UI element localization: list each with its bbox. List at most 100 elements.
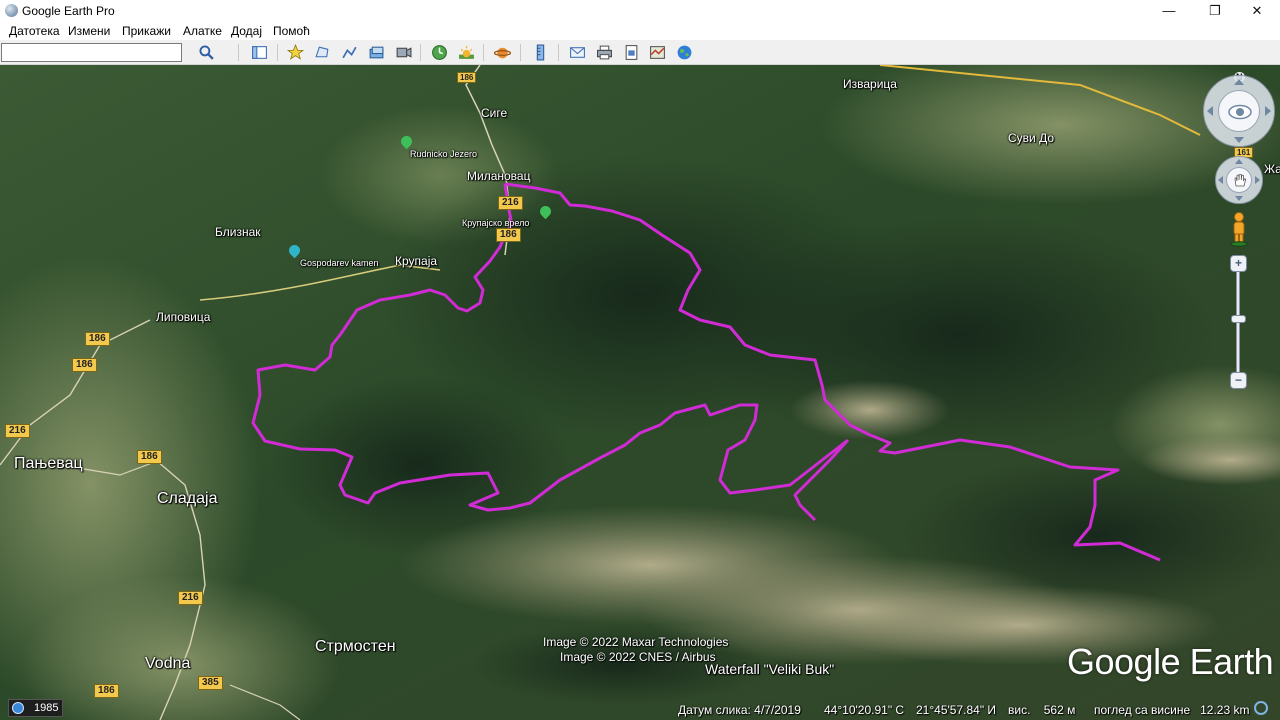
earth-map-view[interactable]: Изварица Суви До Жа Сиге Rudnicko Jezero… bbox=[0, 65, 1280, 720]
satellite-imagery bbox=[0, 65, 1280, 720]
zoom-in-button[interactable]: + bbox=[1230, 255, 1247, 272]
toolbar-separator bbox=[277, 44, 278, 61]
print-icon bbox=[596, 45, 612, 60]
tour-icon bbox=[396, 47, 411, 58]
print-button[interactable] bbox=[593, 42, 615, 63]
place-label[interactable]: Стрмостен bbox=[315, 638, 396, 656]
road-shield: 186 bbox=[457, 72, 477, 83]
maps-icon bbox=[649, 46, 665, 59]
toolbar-separator bbox=[420, 44, 421, 61]
poi-label[interactable]: Gospodarev kamen bbox=[300, 258, 379, 268]
google-earth-app-icon bbox=[5, 4, 18, 17]
toolbar bbox=[0, 40, 1280, 65]
place-label[interactable]: Vodna bbox=[145, 655, 190, 673]
look-around-control[interactable] bbox=[1203, 75, 1275, 147]
imagery-attribution: Image © 2022 CNES / Airbus bbox=[560, 650, 716, 664]
move-arrows-icon bbox=[1218, 159, 1260, 201]
email-icon bbox=[569, 47, 585, 58]
menu-add[interactable]: Додај bbox=[231, 24, 262, 38]
clock-icon bbox=[12, 702, 24, 714]
road-shield: 186 bbox=[496, 228, 521, 242]
toolbar-separator bbox=[483, 44, 484, 61]
historical-year-button[interactable]: 1985 bbox=[8, 699, 63, 717]
email-button[interactable] bbox=[566, 42, 588, 63]
menu-help[interactable]: Помоћ bbox=[273, 24, 310, 38]
add-image-overlay-button[interactable] bbox=[365, 42, 387, 63]
place-label[interactable]: Изварица bbox=[843, 77, 897, 91]
place-label[interactable]: Крупаја bbox=[395, 254, 437, 268]
historical-imagery-icon bbox=[431, 45, 447, 60]
window-title: Google Earth Pro bbox=[22, 4, 115, 18]
placemark-icon bbox=[286, 44, 304, 60]
menu-bar: Датотека Измени Прикажи Алатке Додај Пом… bbox=[0, 21, 1280, 40]
sidebar-toggle-button[interactable] bbox=[248, 42, 270, 63]
polygon-icon bbox=[314, 46, 328, 58]
zoom-slider[interactable]: + − bbox=[1229, 255, 1248, 390]
eye-altitude: поглед са висине 12.23 km bbox=[1094, 703, 1250, 717]
add-path-button[interactable] bbox=[338, 42, 360, 63]
save-image-icon bbox=[625, 45, 637, 60]
poi-label[interactable]: Rudnicko Jezero bbox=[410, 149, 477, 159]
place-label[interactable]: Близнак bbox=[215, 225, 261, 239]
view-in-maps-button[interactable] bbox=[646, 42, 668, 63]
google-earth-logo: Google Earth bbox=[1067, 641, 1274, 682]
look-arrows-icon bbox=[1207, 79, 1271, 143]
overlay-icon bbox=[369, 46, 383, 59]
ruler-button[interactable] bbox=[529, 42, 551, 63]
streaming-indicator-icon bbox=[1254, 701, 1268, 715]
road-shield: 186 bbox=[72, 358, 97, 372]
menu-view[interactable]: Прикажи bbox=[122, 24, 171, 38]
place-label[interactable]: Пањевац bbox=[14, 455, 83, 473]
place-label[interactable]: Сладаја bbox=[157, 490, 217, 508]
road-shield: 186 bbox=[85, 332, 110, 346]
pegman-icon bbox=[1230, 212, 1248, 247]
sunlight-icon bbox=[458, 46, 474, 59]
place-label[interactable]: Суви До bbox=[1008, 131, 1054, 145]
record-tour-button[interactable] bbox=[392, 42, 414, 63]
poi-label[interactable]: Крупајско врело bbox=[462, 218, 529, 228]
road-shield: 186 bbox=[94, 684, 119, 698]
road-shield: 216 bbox=[178, 591, 203, 605]
menu-edit[interactable]: Измени bbox=[68, 24, 110, 38]
elevation: вис. 562 м bbox=[1008, 703, 1076, 717]
toolbar-separator bbox=[520, 44, 521, 61]
move-control[interactable] bbox=[1215, 156, 1263, 204]
close-button[interactable]: ✕ bbox=[1234, 0, 1280, 21]
sidebar-icon bbox=[251, 46, 267, 59]
latitude: 44°10'20.91" С bbox=[824, 703, 905, 717]
place-label[interactable]: Жа bbox=[1264, 162, 1280, 176]
place-label[interactable]: Милановац bbox=[467, 169, 530, 183]
sunlight-button[interactable] bbox=[455, 42, 477, 63]
road-shield: 385 bbox=[198, 676, 223, 690]
longitude: 21°45'57.84" И bbox=[916, 703, 997, 717]
save-image-button[interactable] bbox=[620, 42, 642, 63]
zoom-out-button[interactable]: − bbox=[1230, 372, 1247, 389]
place-label[interactable]: Липовица bbox=[156, 310, 210, 324]
search-input[interactable] bbox=[1, 43, 182, 62]
poi-label[interactable]: Waterfall "Veliki Buk" bbox=[705, 661, 834, 677]
add-placemark-button[interactable] bbox=[284, 42, 306, 63]
add-polygon-button[interactable] bbox=[311, 42, 333, 63]
toolbar-separator bbox=[558, 44, 559, 61]
switch-planet-button[interactable] bbox=[491, 42, 513, 63]
path-icon bbox=[341, 46, 357, 59]
minimize-button[interactable]: — bbox=[1146, 0, 1192, 21]
street-view-pegman[interactable] bbox=[1228, 211, 1250, 247]
imagery-attribution: Image © 2022 Maxar Technologies bbox=[543, 635, 729, 649]
menu-tools[interactable]: Алатке bbox=[183, 24, 222, 38]
zoom-handle[interactable] bbox=[1231, 315, 1246, 323]
historical-imagery-button[interactable] bbox=[428, 42, 450, 63]
menu-file[interactable]: Датотека bbox=[9, 24, 60, 38]
ruler-icon bbox=[536, 44, 544, 61]
road-shield: 216 bbox=[498, 196, 523, 210]
historical-year: 1985 bbox=[34, 702, 59, 714]
maximize-button[interactable]: ❐ bbox=[1192, 0, 1238, 21]
search-icon bbox=[198, 45, 214, 60]
search-button[interactable] bbox=[195, 42, 217, 63]
place-label[interactable]: Сиге bbox=[481, 106, 507, 120]
road-shield: 216 bbox=[5, 424, 30, 438]
title-bar: Google Earth Pro — ❐ ✕ bbox=[0, 0, 1280, 21]
earth-gallery-button[interactable] bbox=[673, 42, 695, 63]
status-bar: 1985 Датум слика: 4/7/2019 44°10'20.91" … bbox=[0, 698, 1280, 720]
toolbar-separator bbox=[238, 44, 239, 61]
